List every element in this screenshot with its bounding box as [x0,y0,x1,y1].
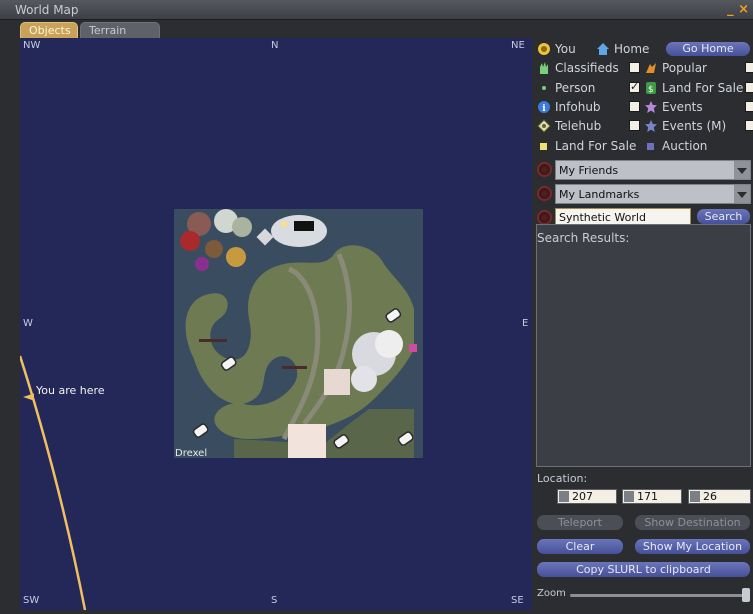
spinner-icon[interactable] [624,491,634,502]
land-for-sale-icon: $ [646,82,656,95]
person-dot-icon [542,86,546,90]
window-controls[interactable]: _ × [727,2,749,17]
legend-you-label: You [555,42,576,56]
legend-land-for-sale-label: Land For Sale [555,139,637,153]
events-mature-star-icon [645,120,657,132]
land-for-sale-checkbox[interactable] [745,82,753,93]
legend-telehub: Telehub [537,117,601,135]
zoom-slider-track[interactable] [570,594,750,597]
legend-popular: Popular [644,59,707,77]
legend-you: You [537,40,576,58]
infohub-checkbox[interactable] [629,101,640,112]
legend-infohub: i Infohub [537,98,601,116]
zoom-label: Zoom [537,588,566,599]
landmarks-dropdown[interactable]: My Landmarks [555,184,751,204]
search-results-label: Search Results: [537,231,630,245]
world-map-canvas[interactable]: NW N NE W E SW S SE Drexel You are here [20,38,532,610]
teleport-button[interactable]: Teleport [537,515,623,530]
tab-objects[interactable]: Objects [20,22,78,38]
location-x-value: 207 [572,490,593,503]
svg-text:$: $ [648,85,654,95]
legend-popular-label: Popular [662,61,707,75]
legend-auction: Auction [644,137,707,155]
location-z-input[interactable]: 26 [688,489,751,504]
search-status-icon [537,210,552,225]
copy-slurl-button[interactable]: Copy SLURL to clipboard [537,562,750,577]
events-star-icon [645,101,657,113]
legend-land-for-sale: Land For Sale [537,137,636,155]
you-marker-icon [538,43,550,55]
spinner-icon[interactable] [559,491,569,502]
telehub-icon [537,119,551,133]
you-are-here-label: You are here [36,384,105,397]
region-name-label: Drexel [175,448,208,459]
legend-events-label: Events [662,100,703,114]
friends-dropdown[interactable]: My Friends [555,160,751,180]
location-z-value: 26 [703,490,717,503]
friends-dropdown-value: My Friends [559,164,619,177]
tab-terrain[interactable]: Terrain [80,22,160,38]
classifieds-checkbox[interactable] [629,62,640,73]
popular-checkbox[interactable] [745,62,753,73]
landmarks-dropdown-value: My Landmarks [559,188,640,201]
events-checkbox[interactable] [745,101,753,112]
classifieds-icon [540,62,548,74]
legend-classifieds-label: Classifieds [555,61,619,75]
legend-home: Home [596,40,649,58]
window-titlebar[interactable]: World Map _ × [0,0,753,20]
person-checkbox[interactable] [629,80,640,93]
auction-square-icon [647,143,654,150]
clear-button[interactable]: Clear [537,539,623,554]
legend-classifieds: Classifieds [537,59,619,77]
search-results-list[interactable] [536,224,751,467]
legend-person: Person [537,79,595,97]
chevron-down-icon[interactable] [734,185,750,203]
show-destination-button[interactable]: Show Destination [635,515,750,530]
legend-auction-label: Auction [662,139,708,153]
location-x-input[interactable]: 207 [557,489,617,504]
legend-events: Events [644,98,703,116]
show-my-location-button[interactable]: Show My Location [635,539,750,554]
home-icon [597,43,609,55]
go-home-button[interactable]: Go Home [666,42,750,56]
spinner-icon[interactable] [690,491,700,502]
location-y-value: 171 [637,490,658,503]
legend-telehub-label: Telehub [555,119,602,133]
search-button[interactable]: Search [697,209,750,224]
legend-infohub-label: Infohub [555,100,601,114]
map-sidebar: You Home Go Home Classifieds Popular Per… [534,38,753,614]
you-are-here-arrow-icon [23,393,34,400]
region-tile-drexel[interactable] [174,209,423,458]
location-y-input[interactable]: 171 [622,489,682,504]
legend-events-mature: Events (M) [644,117,726,135]
friends-status-icon [537,162,552,177]
popular-icon [646,63,656,73]
zoom-slider-handle[interactable] [742,588,750,602]
legend-home-label: Home [614,42,650,56]
legend-events-mature-label: Events (M) [662,119,727,133]
location-label: Location: [537,472,588,485]
chevron-down-icon[interactable] [734,161,750,179]
telehub-checkbox[interactable] [629,120,640,131]
region-terrain-image [174,209,423,458]
legend-land-for-sale-icon-label: Land For Sale [662,81,744,95]
events-mature-checkbox[interactable] [745,120,753,131]
landmarks-status-icon [537,186,552,201]
infohub-icon: i [538,101,550,114]
svg-text:i: i [542,104,546,114]
land-for-sale-square-icon [540,143,547,150]
window-title: World Map [15,3,79,17]
legend-land-for-sale-icon: $ Land For Sale [644,79,743,97]
legend-person-label: Person [555,81,596,95]
